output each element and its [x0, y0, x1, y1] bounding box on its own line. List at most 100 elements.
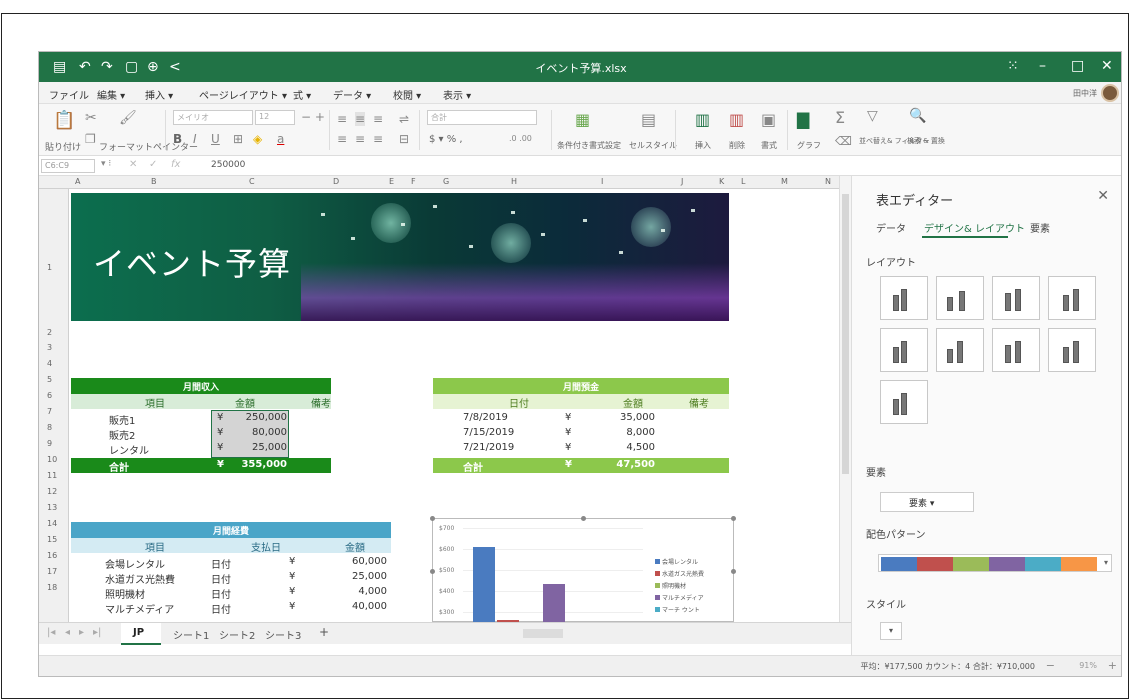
menu-insert[interactable]: 挿入 ▾ [145, 87, 173, 102]
expense-date[interactable]: 日付 [211, 571, 231, 586]
expense-item[interactable]: 照明機材 [105, 586, 145, 601]
row-header[interactable]: 16 [39, 551, 69, 560]
tab-nav-next-icon[interactable]: ▸ [79, 627, 84, 638]
tab-nav-last-icon[interactable]: ▸| [93, 627, 101, 638]
align-bottom-icon[interactable]: ≡ [373, 132, 383, 146]
format-painter-icon[interactable]: 🖌 [119, 110, 137, 126]
tab-design-layout[interactable]: デザイン& レイアウト [924, 220, 1025, 235]
resize-handle[interactable] [731, 569, 736, 574]
cell-style-icon[interactable]: ▤ [641, 110, 656, 129]
savings-date[interactable]: 7/8/2019 [463, 412, 508, 423]
column-header[interactable]: B [151, 177, 157, 186]
align-right-icon[interactable]: ≡ [373, 112, 383, 126]
delete-cells-icon[interactable]: ▥ [729, 110, 744, 129]
resize-handle[interactable] [430, 516, 435, 521]
income-amount[interactable]: 250,000 [235, 412, 287, 423]
savings-total-amount[interactable]: 47,500 [595, 459, 655, 470]
layout-option[interactable] [992, 276, 1040, 320]
savings-amount[interactable]: 4,500 [595, 442, 655, 453]
row-header[interactable]: 3 [39, 343, 69, 352]
resize-handle[interactable] [581, 516, 586, 521]
font-size-select[interactable]: 12 [255, 110, 295, 125]
layout-option[interactable] [936, 328, 984, 372]
font-color-icon[interactable]: a [277, 132, 284, 146]
expense-date[interactable]: 日付 [211, 601, 231, 616]
fill-color-icon[interactable]: ◈ [253, 132, 262, 146]
expense-item[interactable]: 水道ガス光熱費 [105, 571, 175, 586]
menu-file[interactable]: ファイル [49, 87, 89, 102]
menu-edit[interactable]: 編集 ▾ [97, 87, 125, 102]
column-header[interactable]: L [741, 177, 745, 186]
sort-filter-icon[interactable]: ▽ [867, 108, 878, 124]
row-header[interactable]: 1 [39, 263, 69, 272]
income-total-amount[interactable]: 355,000 [235, 459, 287, 470]
row-header[interactable]: 7 [39, 407, 69, 416]
italic-icon[interactable]: I [193, 132, 197, 146]
row-header[interactable]: 18 [39, 583, 69, 592]
section-style[interactable]: スタイル [866, 596, 906, 611]
column-header[interactable]: G [443, 177, 449, 186]
paste-label[interactable]: 貼り付け [45, 140, 81, 153]
tab-sheet3[interactable]: シート3 [265, 627, 301, 642]
savings-date[interactable]: 7/15/2019 [463, 427, 514, 438]
tab-nav-first-icon[interactable]: |◂ [47, 627, 55, 638]
cut-icon[interactable]: ✂ [85, 110, 97, 126]
vertical-scrollbar[interactable] [839, 176, 851, 622]
layout-option[interactable] [936, 276, 984, 320]
income-item[interactable]: 販売1 [109, 412, 135, 427]
section-color-palette[interactable]: 配色パターン [866, 526, 926, 541]
income-item[interactable]: レンタル [109, 442, 149, 457]
maximize-icon[interactable]: □ [1071, 58, 1084, 74]
bold-icon[interactable]: B [173, 132, 182, 146]
paste-icon[interactable]: 📋 [53, 110, 75, 131]
column-header[interactable]: M [781, 177, 788, 186]
avatar[interactable] [1101, 84, 1119, 102]
chart-bar[interactable] [473, 546, 495, 622]
menu-page-layout[interactable]: ページレイアウト ▾ [199, 87, 287, 102]
row-header[interactable]: 15 [39, 535, 69, 544]
add-sheet-button[interactable]: + [319, 625, 329, 639]
resize-handle[interactable] [731, 516, 736, 521]
row-header[interactable]: 2 [39, 328, 69, 337]
name-box-dropdown-icon[interactable]: ▾ ⁝ [101, 159, 111, 169]
cell-style-label[interactable]: セルスタイル [629, 140, 677, 151]
row-header[interactable]: 11 [39, 471, 69, 480]
layout-option[interactable] [880, 328, 928, 372]
menu-review[interactable]: 校閲 ▾ [393, 87, 421, 102]
insert-cells-icon[interactable]: ▥ [695, 110, 710, 129]
clear-icon[interactable]: ⌫ [835, 134, 852, 148]
close-panel-icon[interactable]: ✕ [1097, 188, 1109, 204]
elements-dropdown[interactable]: 要素 ▾ [880, 492, 974, 512]
column-header[interactable]: F [411, 177, 416, 186]
expense-chart[interactable]: $700 $600 $500 $400 $300 会場レンタル 水道ガス光熱費 … [430, 516, 736, 622]
chart-icon[interactable]: ▇ [797, 110, 809, 129]
insert-cells-label[interactable]: 挿入 [695, 140, 711, 151]
zoom-level[interactable]: 91% [1079, 661, 1097, 670]
row-header[interactable]: 17 [39, 567, 69, 576]
row-header[interactable]: 14 [39, 519, 69, 528]
formula-input[interactable]: 250000 [211, 160, 245, 170]
tab-data[interactable]: データ [876, 220, 906, 235]
scrollbar-thumb[interactable] [842, 194, 849, 474]
column-header[interactable]: A [75, 177, 80, 186]
align-center-icon[interactable]: ≡ [355, 112, 366, 126]
tab-nav-prev-icon[interactable]: ◂ [65, 627, 70, 638]
align-middle-icon[interactable]: ≡ [355, 132, 365, 146]
chart-label[interactable]: グラフ [797, 140, 821, 151]
font-family-select[interactable]: メイリオ [173, 110, 253, 125]
row-header[interactable]: 13 [39, 503, 69, 512]
tab-elements[interactable]: 要素 [1030, 220, 1050, 235]
format-painter-label[interactable]: フォーマットペインター [99, 140, 198, 153]
menu-data[interactable]: データ ▾ [333, 87, 371, 102]
layout-option[interactable] [880, 380, 928, 424]
accept-formula-icon[interactable]: ✓ [149, 159, 157, 170]
chart-bar[interactable] [543, 584, 565, 622]
fullscreen-icon[interactable]: ⁙ [1007, 58, 1019, 74]
name-box[interactable]: C6:C9 [41, 159, 95, 173]
row-header[interactable]: 9 [39, 439, 69, 448]
savings-amount[interactable]: 8,000 [595, 427, 655, 438]
column-header[interactable]: N [825, 177, 831, 186]
tab-jp[interactable]: JP [133, 627, 144, 638]
merge-cells-icon[interactable]: ⊟ [399, 132, 409, 146]
layout-option[interactable] [992, 328, 1040, 372]
